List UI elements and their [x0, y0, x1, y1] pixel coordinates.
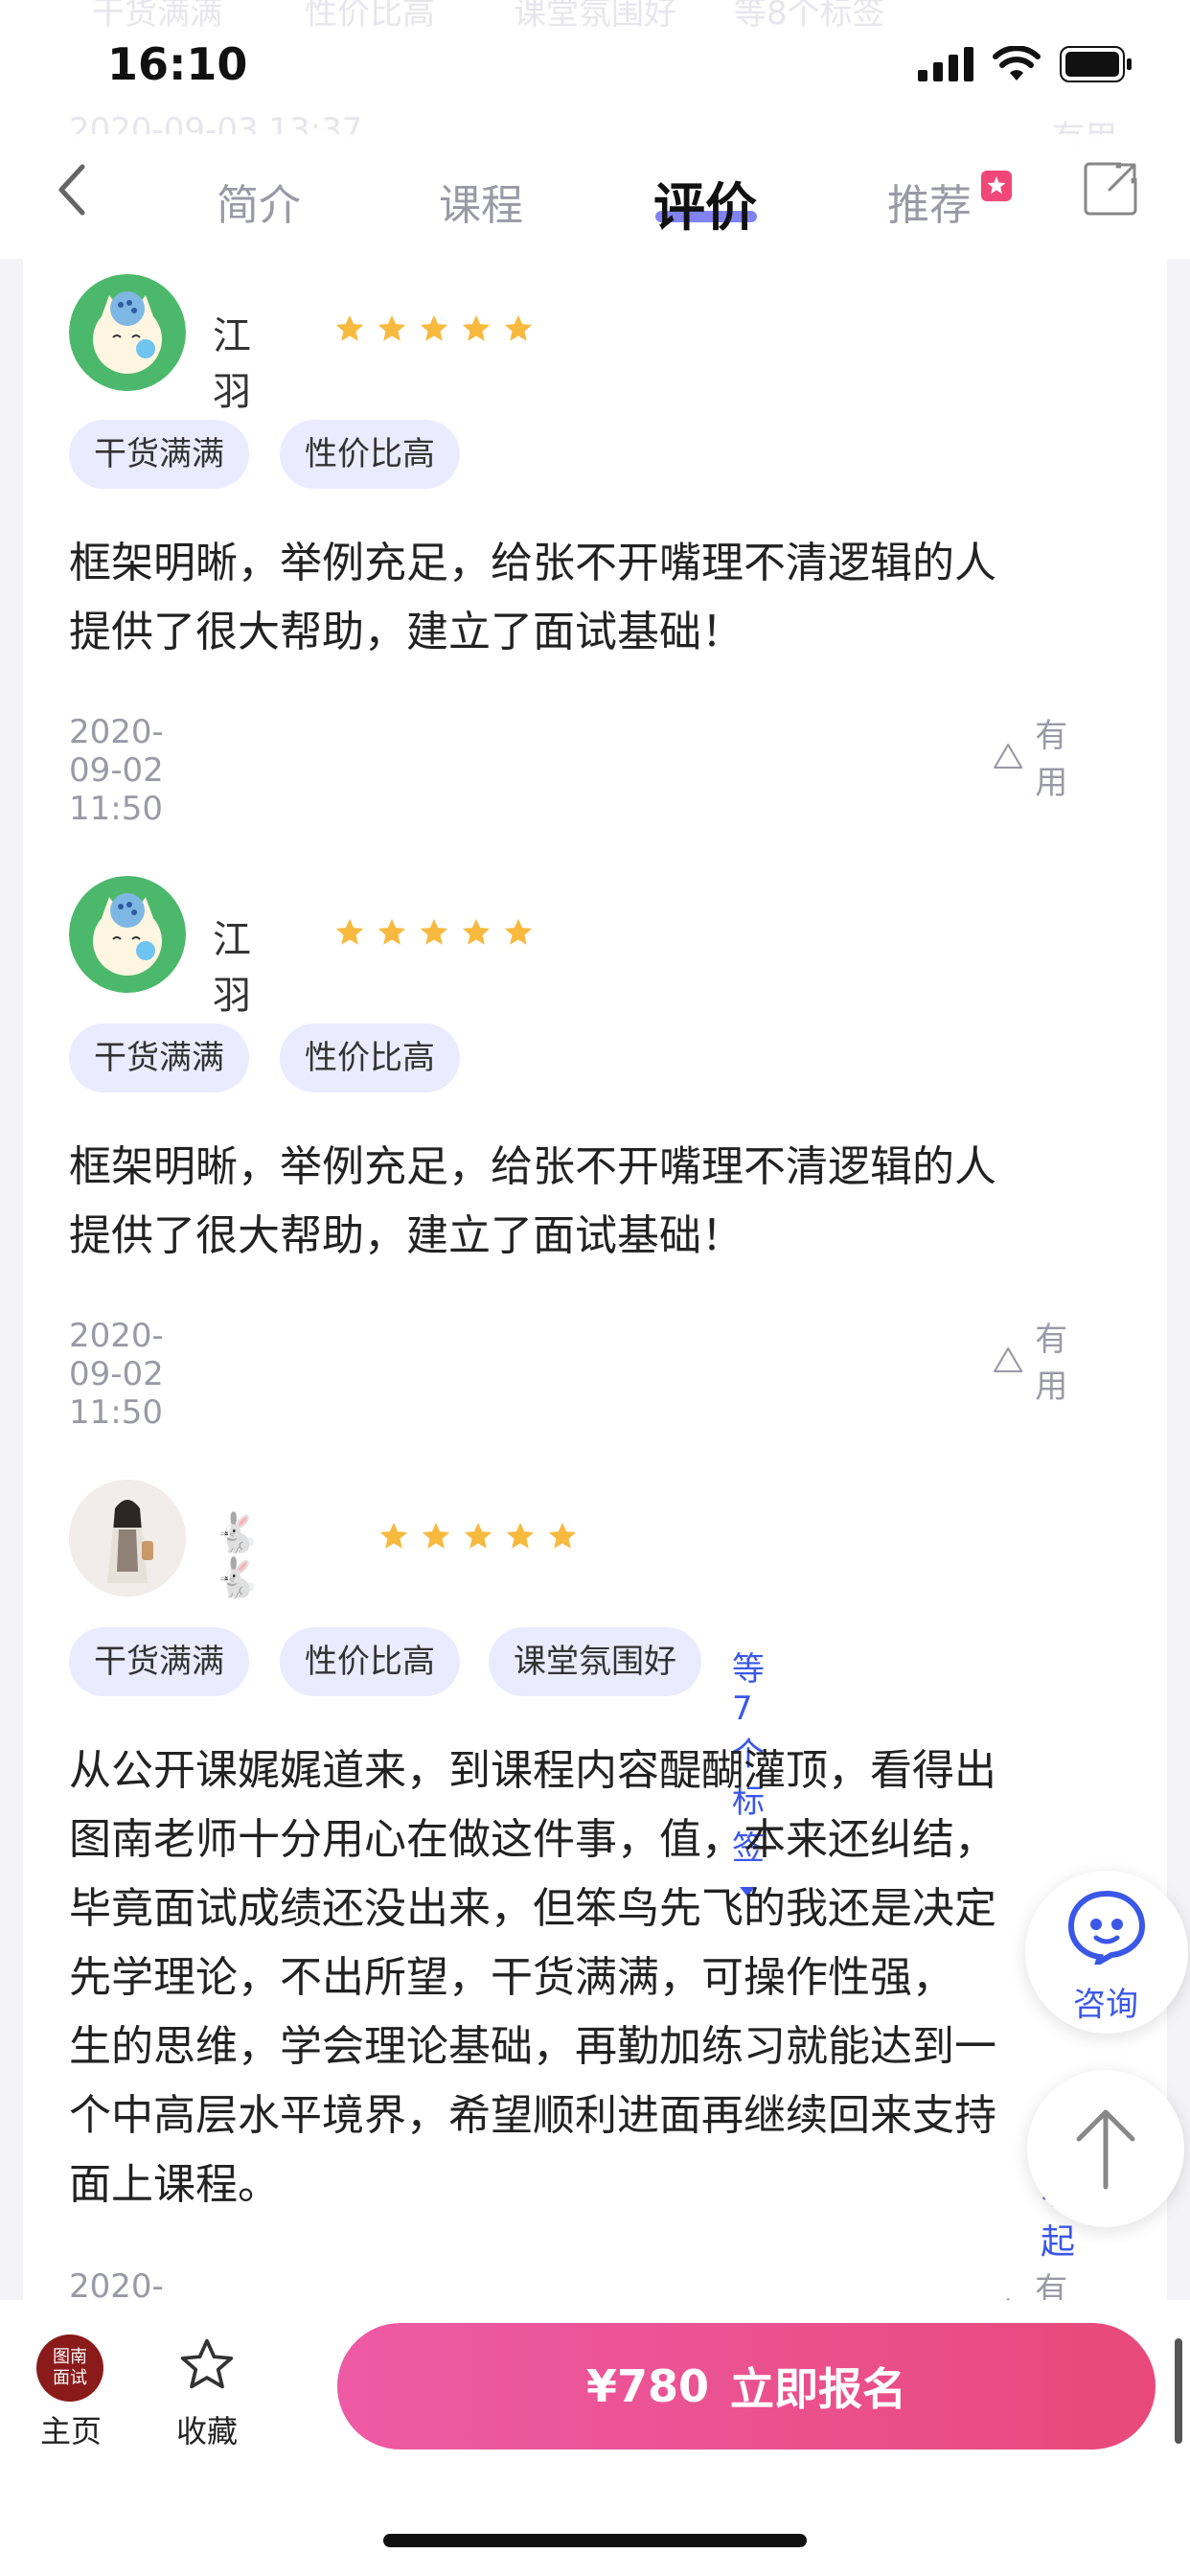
- review-text-line: 生的思维，学会理论基础，再勤加练习就能达到一: [69, 2022, 996, 2071]
- ghost-more-tags: 等8个标签: [734, 0, 885, 33]
- review-date: 2020-09-02 11:50: [69, 713, 164, 828]
- star-rating: [378, 1520, 579, 1552]
- review-text-line: 个中高层水平境界，希望顺利进面再继续回来支持: [69, 2091, 996, 2140]
- enroll-label: 立即报名: [730, 2363, 907, 2415]
- triangle-icon: [994, 744, 1023, 769]
- review-text-line: 提供了很大帮助，建立了面试基础！: [69, 608, 744, 656]
- tab-reviews[interactable]: 评价: [653, 165, 757, 241]
- star-icon: [420, 918, 448, 945]
- status-icons: [918, 46, 1133, 82]
- review-text-line: 面上课程。: [69, 2160, 280, 2209]
- status-time: 16:10: [107, 38, 248, 90]
- reviewer-name: 🐇 🐇: [213, 1511, 261, 1600]
- review-tag: 性价比高: [280, 1024, 460, 1092]
- cat-avatar-icon: [69, 876, 186, 993]
- back-to-top-button[interactable]: [1027, 2070, 1184, 2227]
- review-tag: 干货满满: [69, 1024, 249, 1092]
- girl-avatar-icon: [69, 1480, 186, 1597]
- review-tag: 性价比高: [280, 420, 460, 489]
- enroll-button[interactable]: ¥780 立即报名: [337, 2323, 1156, 2450]
- avatar[interactable]: [69, 274, 186, 391]
- star-icon: [504, 918, 533, 945]
- star-icon: [548, 1522, 577, 1549]
- review-tag: 性价比高: [280, 1627, 460, 1696]
- ghost-tag: 干货满满: [92, 0, 222, 33]
- star-icon: [462, 314, 491, 341]
- review-tag: 干货满满: [69, 420, 249, 489]
- price: ¥780: [585, 2360, 710, 2412]
- review-date: 2020-09-02 11:50: [69, 1317, 164, 1432]
- star-icon: [378, 314, 406, 341]
- back-arrow-icon[interactable]: [50, 161, 98, 218]
- triangle-icon: [994, 1347, 1023, 1372]
- star-icon: [464, 1522, 492, 1549]
- avatar[interactable]: [69, 876, 186, 993]
- useful-label: 有用: [1035, 717, 1068, 802]
- scrollbar[interactable]: [1175, 2338, 1182, 2444]
- consult-label: 咨询: [1073, 1986, 1138, 2024]
- logo-text: 图南面试: [53, 2347, 87, 2388]
- wifi-icon: [993, 46, 1041, 80]
- star-icon: [506, 1522, 535, 1549]
- star-outline-icon[interactable]: [176, 2334, 238, 2396]
- home-indicator: [383, 2534, 807, 2547]
- recommend-badge-icon: [981, 171, 1012, 201]
- home-logo[interactable]: 图南面试: [36, 2334, 103, 2402]
- avatar[interactable]: [69, 1480, 186, 1597]
- consult-button[interactable]: 咨询: [1025, 1871, 1188, 2034]
- star-icon: [378, 918, 406, 945]
- review-text-line: 框架明晰，举例充足，给张不开嘴理不清逻辑的人: [69, 539, 996, 587]
- cat-avatar-icon: [69, 274, 186, 391]
- review-text-line: 毕竟面试成绩还没出来，但笨鸟先飞的我还是决定: [69, 1884, 996, 1933]
- signal-icon: [918, 47, 973, 81]
- useful-button[interactable]: 有用: [993, 709, 1081, 803]
- review-text: 框架明晰，举例充足，给张不开嘴理不清逻辑的人 提供了很大帮助，建立了面试基础！: [69, 529, 1142, 667]
- star-rating: [333, 312, 535, 345]
- ghost-tag: 性价比高: [305, 0, 435, 33]
- star-icon: [420, 314, 448, 341]
- star-icon: [379, 1522, 408, 1549]
- favorite-label[interactable]: 收藏: [176, 2407, 238, 2451]
- star-icon: [335, 918, 364, 945]
- tab-recommend[interactable]: 推荐: [887, 171, 972, 232]
- review-text: 从公开课娓娓道来，到课程内容醍醐灌顶，看得出 图南老师十分用心在做这件事，值，本…: [69, 1736, 1142, 2220]
- ghost-tag: 课堂氛围好: [514, 0, 676, 33]
- tab-intro[interactable]: 简介: [217, 171, 301, 232]
- review-text: 框架明晰，举例充足，给张不开嘴理不清逻辑的人 提供了很大帮助，建立了面试基础！: [69, 1133, 1142, 1271]
- home-label[interactable]: 主页: [40, 2407, 102, 2451]
- arrow-up-icon: [1076, 2109, 1135, 2190]
- useful-button[interactable]: 有用: [993, 1313, 1081, 1407]
- star-icon: [422, 1522, 450, 1549]
- star-icon: [335, 314, 364, 341]
- review-text-line: 提供了很大帮助，建立了面试基础！: [69, 1211, 744, 1260]
- review-text-line: 先学理论，不出所望，干货满满，可操作性强，: [69, 1953, 954, 2002]
- review-text-line: 从公开课娓娓道来，到课程内容醍醐灌顶，看得出: [69, 1746, 996, 1795]
- page-gutter-left: [0, 259, 23, 2300]
- battery-icon: [1060, 46, 1132, 82]
- star-icon: [462, 918, 491, 945]
- review-text-line: 图南老师十分用心在做这件事，值，本来还纠结，: [69, 1815, 996, 1864]
- star-icon: [504, 314, 533, 341]
- tab-courses[interactable]: 课程: [439, 171, 523, 232]
- reviewer-name: 江羽: [213, 918, 251, 1018]
- chat-bot-icon: [1067, 1890, 1146, 1965]
- review-text-line: 框架明晰，举例充足，给张不开嘴理不清逻辑的人: [69, 1142, 996, 1191]
- reviewer-name: 江羽: [213, 314, 251, 414]
- review-tag: 课堂氛围好: [489, 1627, 701, 1696]
- share-icon[interactable]: [1083, 161, 1138, 217]
- useful-label: 有用: [1035, 1321, 1068, 1406]
- star-rating: [333, 916, 535, 949]
- review-tag: 干货满满: [69, 1627, 249, 1696]
